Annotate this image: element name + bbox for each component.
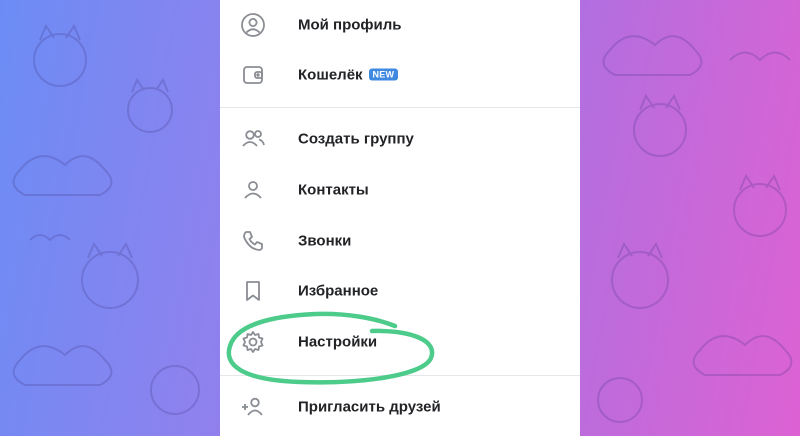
menu-item-settings[interactable]: Настройки: [220, 317, 580, 367]
bookmark-icon: [240, 278, 266, 304]
menu-item-label: Звонки: [298, 232, 352, 250]
menu-item-label: Настройки: [298, 333, 378, 351]
menu-item-label: Кошелёк: [298, 66, 363, 84]
menu-item-create-group[interactable]: Создать группу: [220, 114, 580, 164]
gear-icon: [240, 329, 266, 355]
menu-item-wallet[interactable]: Кошелёк NEW: [220, 50, 580, 100]
contact-icon: [240, 177, 266, 203]
menu-item-invite-friends[interactable]: Пригласить друзей: [220, 382, 580, 432]
menu-item-label: Контакты: [298, 181, 369, 199]
phone-icon: [240, 228, 266, 254]
menu-divider: [220, 107, 580, 108]
menu-item-my-profile[interactable]: Мой профиль: [220, 0, 580, 50]
menu-item-label: Пригласить друзей: [298, 398, 441, 416]
new-badge: NEW: [368, 68, 399, 81]
add-user-icon: [240, 394, 266, 420]
menu-item-contacts[interactable]: Контакты: [220, 165, 580, 215]
side-menu-panel: Мой профиль Кошелёк NEW Создать группу К…: [220, 0, 580, 436]
wallet-icon: [240, 62, 266, 88]
menu-item-favorites[interactable]: Избранное: [220, 266, 580, 316]
menu-item-label-wrap: Кошелёк NEW: [298, 66, 399, 84]
menu-item-label: Создать группу: [298, 130, 414, 148]
menu-divider: [220, 375, 580, 376]
profile-icon: [240, 12, 266, 38]
menu-item-label: Мой профиль: [298, 16, 402, 34]
menu-item-calls[interactable]: Звонки: [220, 216, 580, 266]
menu-item-label: Избранное: [298, 282, 379, 300]
group-icon: [240, 126, 266, 152]
